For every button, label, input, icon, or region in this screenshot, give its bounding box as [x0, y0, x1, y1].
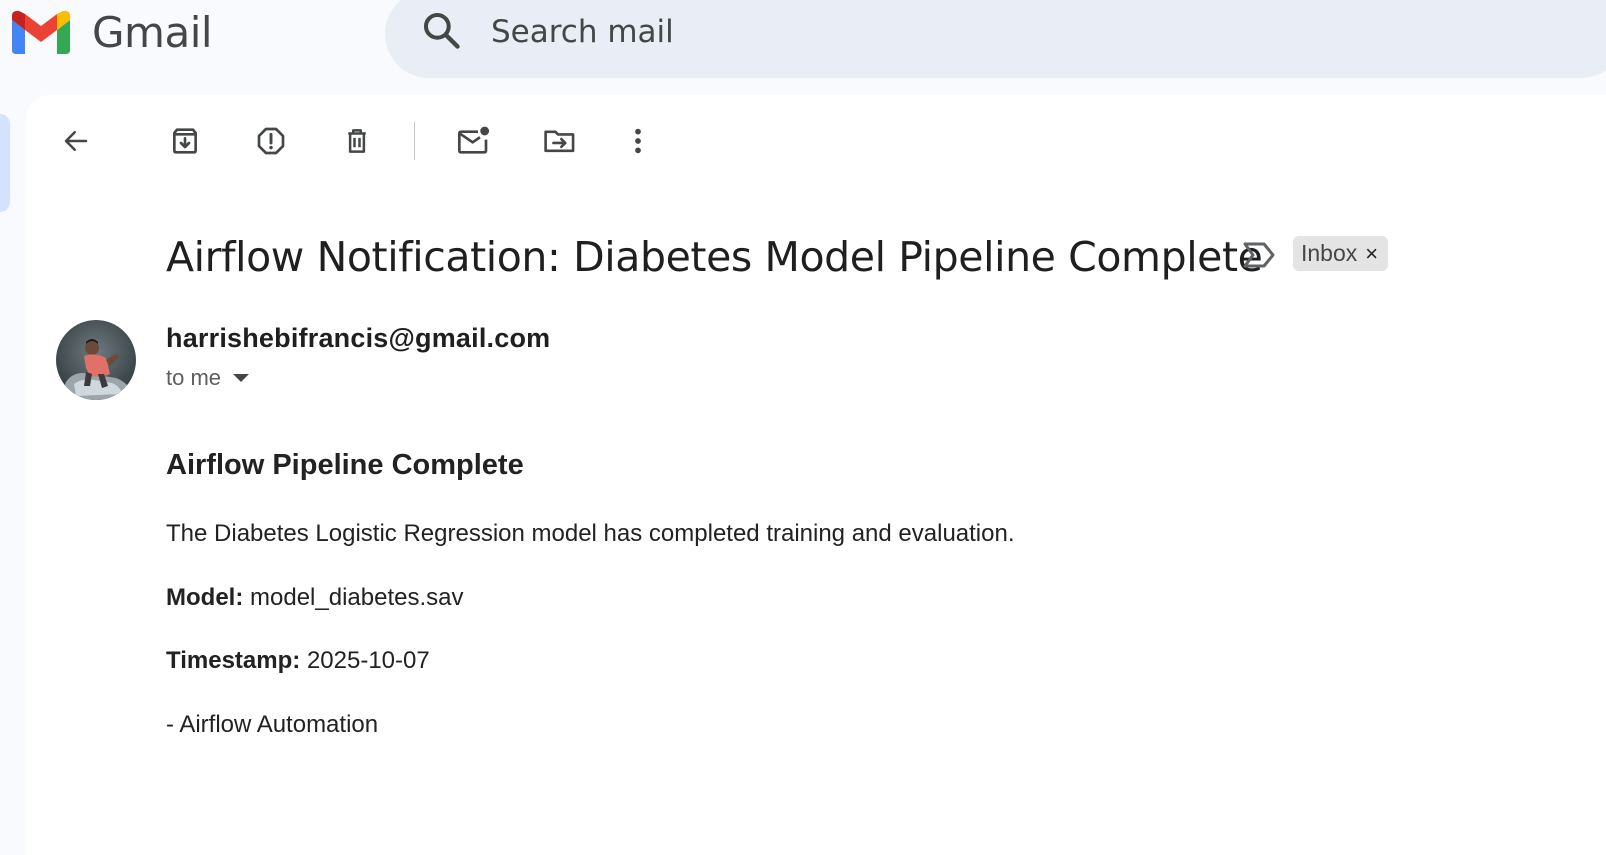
- email-body: Airflow Pipeline Complete The Diabetes L…: [166, 447, 1366, 738]
- recipient-text: to me: [166, 365, 222, 390]
- archive-icon[interactable]: [163, 119, 207, 163]
- search-input[interactable]: [491, 12, 1091, 52]
- toolbar-divider: [414, 122, 415, 160]
- email-body-signature: - Airflow Automation: [166, 711, 379, 738]
- more-vert-icon[interactable]: [616, 119, 660, 163]
- model-label: Model:: [166, 584, 244, 611]
- sender-avatar[interactable]: [56, 320, 136, 400]
- timestamp-label: Timestamp:: [166, 647, 301, 674]
- timestamp-value: 2025-10-07: [306, 647, 430, 674]
- email-subject: Airflow Notification: Diabetes Model Pip…: [166, 233, 1263, 281]
- top-bar: Gmail: [0, 0, 1606, 96]
- recipient-details-toggle[interactable]: to me: [166, 365, 250, 391]
- label-importance-icon[interactable]: [1242, 240, 1276, 270]
- gmail-wordmark[interactable]: Gmail: [92, 8, 213, 58]
- sidebar-active-indicator: [0, 114, 10, 212]
- report-spam-icon[interactable]: [249, 119, 293, 163]
- email-body-heading: Airflow Pipeline Complete: [166, 449, 524, 481]
- email-body-intro: The Diabetes Logistic Regression model h…: [166, 520, 1015, 547]
- search-bar[interactable]: [385, 0, 1606, 78]
- chevron-down-icon[interactable]: [233, 374, 250, 382]
- back-arrow-icon[interactable]: [54, 119, 98, 163]
- email-body-model-line: Model: model_diabetes.sav: [166, 583, 463, 613]
- sender-email[interactable]: harrishebifrancis@gmail.com: [166, 323, 550, 354]
- email-view-panel: Airflow Notification: Diabetes Model Pip…: [26, 95, 1606, 855]
- email-body-timestamp-line: Timestamp: 2025-10-07: [166, 646, 430, 676]
- model-value: model_diabetes.sav: [250, 584, 464, 611]
- label-chip-text: Inbox: [1301, 240, 1358, 266]
- remove-label-icon[interactable]: ×: [1365, 242, 1378, 265]
- delete-icon[interactable]: [335, 119, 379, 163]
- label-chip-inbox: Inbox ×: [1293, 236, 1389, 271]
- search-icon[interactable]: [419, 8, 463, 52]
- gmail-logo-icon[interactable]: [12, 10, 70, 54]
- move-to-icon[interactable]: [538, 119, 582, 163]
- mark-unread-icon[interactable]: [452, 119, 496, 163]
